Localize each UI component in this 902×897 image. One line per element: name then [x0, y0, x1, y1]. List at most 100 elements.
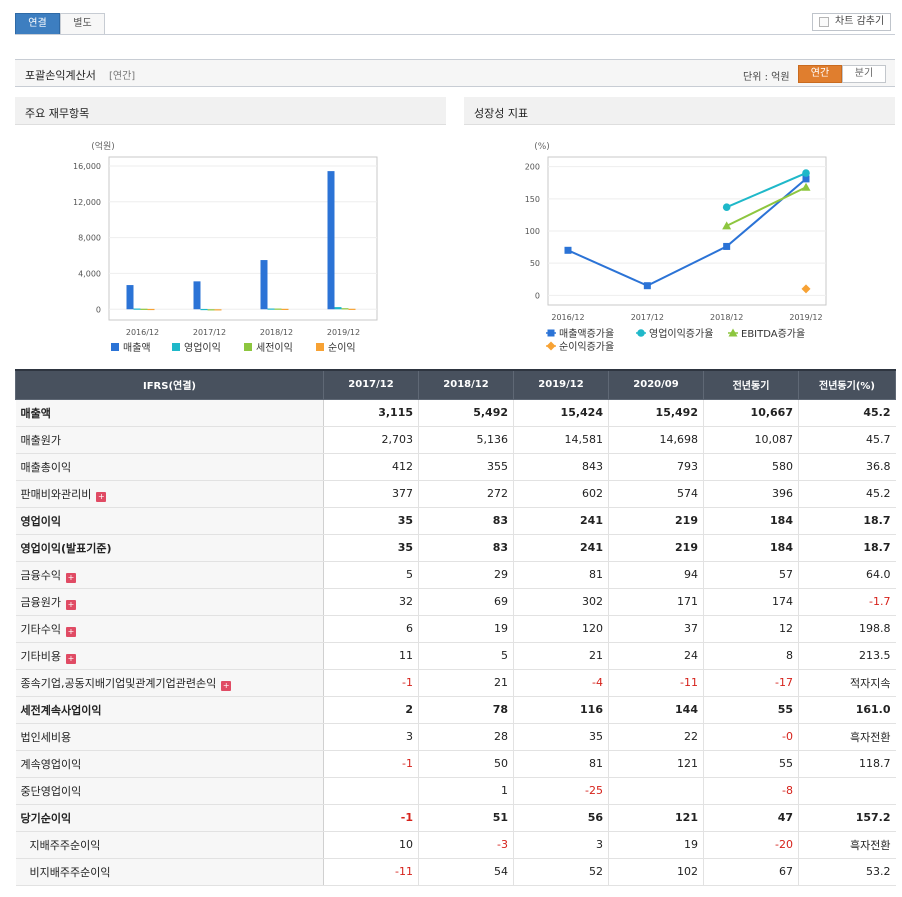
table-cell: -11: [323, 858, 419, 886]
table-cell: 3: [513, 831, 609, 859]
panel-title: 주요 재무항목: [15, 97, 446, 125]
period-quarter-button[interactable]: 분기: [842, 65, 886, 83]
table-cell: 11: [323, 642, 419, 670]
table-cell: 302: [513, 588, 609, 616]
row-label-cell: 당기순이익: [15, 803, 324, 832]
row-label: 매출액: [20, 406, 51, 420]
table-row: 매출총이익 412 355 843 793 580 36.8: [15, 453, 896, 481]
table-cell: 574: [608, 480, 704, 508]
x-tick-label: 2016/12: [126, 328, 159, 337]
table-cell: 21: [513, 642, 609, 670]
table-cell: 24: [608, 642, 704, 670]
table-cell: 55: [703, 695, 799, 724]
table-cell: -17: [703, 669, 799, 697]
row-label-cell: 계속영업이익: [15, 750, 324, 778]
tab-consolidated[interactable]: 연결: [15, 13, 60, 35]
row-label: 계속영업이익: [20, 757, 82, 771]
header-column: 2019/12: [513, 369, 609, 400]
x-tick-label: 2017/12: [631, 313, 664, 322]
y-tick-label: 12,000: [73, 198, 101, 207]
y-tick-label: 150: [525, 195, 540, 204]
legend-marker: [637, 329, 645, 337]
expand-plus-icon[interactable]: +: [65, 572, 76, 583]
table-cell: 69: [418, 588, 514, 616]
period-annual-button[interactable]: 연간: [798, 65, 842, 83]
table-cell: 83: [418, 534, 514, 562]
table-cell: 396: [703, 480, 799, 508]
table-row: 판매비와관리비 +377 272 602 574 396 45.2: [15, 480, 896, 508]
row-label: 기타수익: [20, 622, 61, 636]
row-label: 매출원가: [20, 433, 61, 447]
bar-순이익-2017/12: [214, 309, 222, 311]
table-cell: 45.2: [798, 480, 896, 508]
legend-label: 순이익: [328, 342, 356, 354]
y-tick-label: 4,000: [78, 269, 101, 278]
section-subtitle: [연간]: [109, 71, 136, 82]
table-cell: 116: [513, 695, 609, 724]
income-statement-table: IFRS(연결) 2017/12 2018/12 2019/12 2020/09 전년동기…: [15, 369, 896, 886]
table-cell: 18.7: [798, 506, 896, 535]
header-column: 2020/09: [608, 369, 704, 400]
row-label-cell: 세전계속사업이익: [15, 695, 324, 724]
table-cell: 64.0: [798, 560, 896, 589]
table-cell: 219: [608, 506, 704, 535]
row-label-cell: 비지배주주순이익: [15, 858, 324, 886]
legend-swatch: [172, 343, 180, 351]
table-cell: 35: [323, 506, 419, 535]
header-column: 2018/12: [418, 369, 514, 400]
table-cell: 52: [513, 858, 609, 886]
table-cell: 5: [323, 560, 419, 589]
table-cell: 19: [418, 615, 514, 643]
table-cell: 377: [323, 480, 419, 508]
section-title: 포괄손익계산서: [25, 69, 96, 82]
hide-chart-button[interactable]: 차트 감추기: [812, 13, 891, 31]
table-cell: 51: [418, 803, 514, 832]
table-cell: 10,667: [703, 399, 799, 427]
table-row: 중단영업이익 1 -25 -8: [15, 777, 896, 805]
table-cell: 184: [703, 506, 799, 535]
bar-세전이익-2019/12: [341, 308, 349, 310]
y-tick-label: 100: [525, 227, 540, 236]
table-cell: 28: [418, 723, 514, 751]
row-label: 당기순이익: [20, 811, 72, 825]
tab-divider: [15, 34, 895, 35]
table-row: 매출원가 2,703 5,136 14,581 14,698 10,087 45.7: [15, 426, 896, 454]
table-cell: 83: [418, 506, 514, 535]
row-label-cell: 매출총이익: [15, 453, 324, 481]
bar-매출액-2016/12: [126, 285, 134, 310]
table-cell: 53.2: [798, 858, 896, 886]
table-cell: 2: [323, 695, 419, 724]
row-label-cell: 기타비용 +: [15, 642, 324, 670]
table-cell: 15,492: [608, 399, 704, 427]
plot-area: [108, 156, 378, 321]
row-label-cell: 법인세비용: [15, 723, 324, 751]
point-영업이익증가율-2018/12: [722, 203, 731, 211]
table-cell: 37: [608, 615, 704, 643]
table-cell: 흑자전환: [798, 723, 896, 751]
table-cell: 21: [418, 669, 514, 697]
table-cell: 120: [513, 615, 609, 643]
row-label: 기타비용: [20, 649, 61, 663]
panel-title: 성장성 지표: [464, 97, 895, 125]
expand-plus-icon[interactable]: +: [221, 680, 232, 691]
unit-label: 단위 : 억원: [743, 72, 790, 83]
table-row: 당기순이익 -1 51 56 121 47 157.2: [15, 803, 896, 832]
bar-세전이익-2016/12: [140, 308, 148, 310]
row-label: 금융수익: [20, 568, 61, 582]
expand-plus-icon[interactable]: +: [65, 626, 76, 637]
table-row: 계속영업이익 -1 50 81 121 55 118.7: [15, 750, 896, 778]
table-cell: -8: [703, 777, 799, 805]
table-cell: 1: [418, 777, 514, 805]
table-cell: 10,087: [703, 426, 799, 454]
y-axis-unit-label: (억원): [91, 140, 115, 152]
legend-label: EBITDA증가율: [741, 328, 805, 340]
table-cell: 198.8: [798, 615, 896, 643]
expand-plus-icon[interactable]: +: [65, 599, 76, 610]
row-label-cell: 중단영업이익: [15, 777, 324, 805]
x-tick-label: 2017/12: [193, 328, 226, 337]
row-label: 종속기업,공동지배기업및관계기업관련손익: [20, 676, 217, 690]
expand-plus-icon[interactable]: +: [96, 491, 107, 502]
tab-separate[interactable]: 별도: [60, 13, 105, 35]
row-label-cell: 지배주주순이익: [15, 831, 324, 859]
expand-plus-icon[interactable]: +: [65, 653, 76, 664]
